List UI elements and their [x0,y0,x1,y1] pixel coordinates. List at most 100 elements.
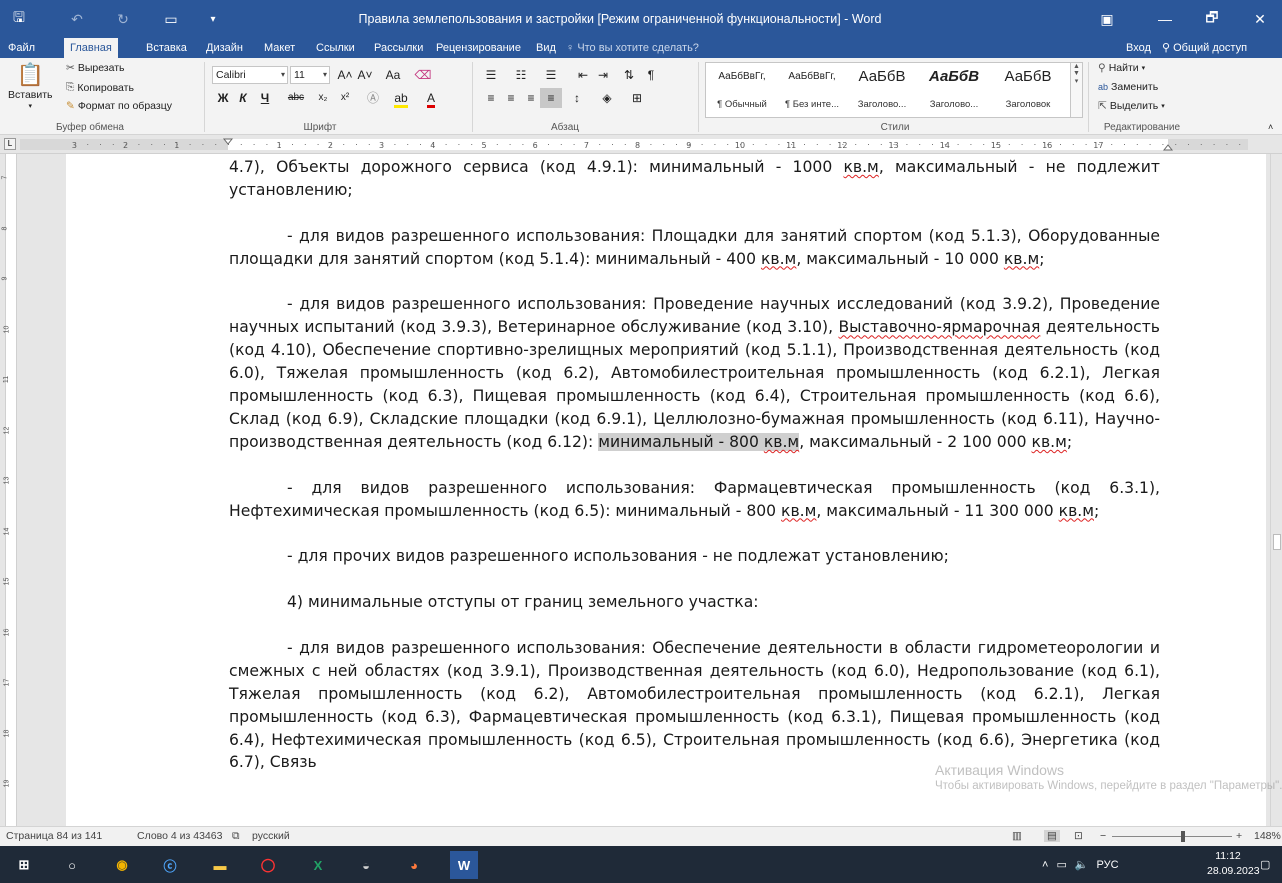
maximize-button[interactable]: 🗗 [1190,0,1234,38]
subscript-button[interactable]: x₂ [312,88,334,108]
underline-button[interactable]: Ч [254,88,276,108]
pilcrow-icon[interactable]: ¶ [640,65,662,85]
notifications-icon[interactable]: ▢ [1260,846,1270,883]
vertical-scrollbar[interactable] [1270,154,1282,826]
paragraph[interactable]: - для видов разрешенного использования: … [229,477,1160,523]
first-line-indent-marker[interactable] [222,138,234,145]
tab-mailings[interactable]: Рассылки [368,38,429,58]
shrink-font-icon[interactable]: A˅ [354,65,376,85]
misspelled-word[interactable]: кв.м [781,502,816,520]
increase-indent-icon[interactable]: ⇥ [592,65,614,85]
tab-file[interactable]: Файл [2,38,41,58]
customize-qat-icon[interactable]: ▾ [204,4,222,34]
font-name-select[interactable]: Calibri ▾ [212,66,288,84]
misspelled-word[interactable]: кв.м [843,158,878,176]
paragraph[interactable]: 4) минимальные отступы от границ земельн… [229,591,1160,614]
style-heading-1[interactable]: АаБбВ Заголово... [848,63,916,117]
misspelled-word[interactable]: кв.м [1059,502,1094,520]
superscript-button[interactable]: x² [334,88,356,108]
style-heading-2[interactable]: АаБбВ Заголово... [920,63,988,117]
copy-button[interactable]: ⎘ Копировать [66,81,134,94]
tab-home[interactable]: Главная [64,38,118,59]
style-heading[interactable]: АаБбВ Заголовок [994,63,1062,117]
language-indicator[interactable]: русский [252,830,290,842]
clock[interactable]: 11:12 28.09.2023 [1207,849,1260,879]
search-icon[interactable]: ○ [58,851,86,879]
right-indent-marker[interactable] [1162,144,1174,151]
numbering-icon[interactable]: ☷ [510,65,532,85]
page-count[interactable]: Страница 84 из 141 [6,830,102,842]
volume-icon[interactable]: 🔈 [1075,858,1089,871]
collapse-ribbon-icon[interactable]: ˄ [1268,122,1273,132]
zoom-slider-thumb[interactable] [1181,831,1185,842]
zoom-level[interactable]: 148% [1254,830,1281,842]
tab-insert[interactable]: Вставка [140,38,193,58]
font-color-icon[interactable]: A [420,88,442,108]
style-normal[interactable]: АаБбВвГг, ¶ Обычный [708,63,776,117]
tab-layout[interactable]: Макет [258,38,301,58]
file-explorer-icon[interactable]: ▬ [206,851,234,879]
tab-review[interactable]: Рецензирование [430,38,527,58]
font-size-select[interactable]: 11 ▾ [290,66,330,84]
proofing-icon[interactable]: ⧉ [232,830,240,843]
page[interactable]: 4.7), Объекты дорожного сервиса (код 4.9… [66,154,1266,826]
multilevel-list-icon[interactable]: ☰ [540,65,562,85]
sign-in-link[interactable]: Вход [1120,38,1157,58]
ribbon-display-icon[interactable]: ▣ [1085,0,1129,38]
paste-button[interactable]: 📋 Вставить ▾ [8,62,53,110]
read-mode-icon[interactable]: ▥ [1012,830,1022,842]
yandex-browser-icon[interactable]: ◕ [400,851,428,879]
paragraph[interactable]: - для прочих видов разрешенного использо… [229,545,1160,568]
strikethrough-button[interactable]: abc [282,88,310,108]
redo-icon[interactable]: ↻ [112,4,134,34]
borders-icon[interactable]: ⊞ [626,88,648,108]
undo-icon[interactable]: ↶ [66,4,88,34]
zoom-slider[interactable] [1112,836,1232,837]
find-button[interactable]: ⚲ Найти ▾ [1098,62,1145,74]
save-icon[interactable]: 🖫 [6,4,32,34]
bold-button[interactable]: Ж [212,88,234,108]
browser-icon[interactable]: ⓒ [156,851,184,879]
opera-icon[interactable]: ◯ [254,851,282,879]
windows-start-icon[interactable]: ⊞ [10,851,38,879]
decrease-indent-icon[interactable]: ⇤ [572,65,594,85]
misspelled-word[interactable]: кв.м [1032,433,1067,451]
close-button[interactable]: ✕ [1238,0,1282,38]
excel-icon[interactable]: X [304,851,332,879]
misspelled-word[interactable]: кв.м [1004,250,1039,268]
sort-icon[interactable]: ⇅ [618,65,640,85]
app-icon[interactable]: ◒ [352,851,380,879]
change-case-button[interactable]: Aa [378,65,408,85]
minimize-button[interactable]: — [1143,0,1187,38]
italic-button[interactable]: К [232,88,254,108]
justify-icon[interactable]: ≡ [540,88,562,108]
bullets-icon[interactable]: ☰ [480,65,502,85]
zoom-out-button[interactable]: − [1100,830,1106,842]
layout-icon[interactable]: ▭ [160,4,182,34]
style-no-spacing[interactable]: АаБбВвГг, ¶ Без инте... [778,63,846,117]
replace-button[interactable]: ab Заменить [1098,81,1158,93]
paragraph[interactable]: - для видов разрешенного использования: … [229,225,1160,271]
align-center-icon[interactable]: ≡ [500,88,522,108]
highlight-color-icon[interactable]: ab [390,88,412,108]
web-layout-icon[interactable]: ⊡ [1074,830,1083,842]
misspelled-word[interactable]: кв.м [764,433,799,451]
tell-me-box[interactable]: ♀ Что вы хотите сделать? [560,38,705,58]
tab-view[interactable]: Вид [530,38,562,58]
tab-references[interactable]: Ссылки [310,38,361,58]
selected-text[interactable]: минимальный - 800 кв.м [598,432,800,451]
misspelled-word[interactable]: кв.м [761,250,796,268]
share-button[interactable]: ⚲ Общий доступ [1156,38,1253,58]
print-layout-icon[interactable]: ▤ [1044,830,1060,842]
word-icon[interactable]: W [450,851,478,879]
tab-design[interactable]: Дизайн [200,38,249,58]
document-area[interactable]: 4.7), Объекты дорожного сервиса (код 4.9… [22,154,1270,826]
network-icon[interactable]: ▭ [1056,858,1066,871]
chrome-icon[interactable]: ◉ [108,851,136,879]
cut-button[interactable]: ✂ Вырезать [66,62,125,74]
document-body[interactable]: 4.7), Объекты дорожного сервиса (код 4.9… [229,156,1160,774]
styles-scroll[interactable]: ▲ ▼ ▾ [1071,62,1083,118]
clear-formatting-icon[interactable]: ⌫ [412,65,434,85]
language-indicator[interactable]: РУС [1097,859,1119,871]
paragraph[interactable]: - для видов разрешенного использования: … [229,293,1160,453]
